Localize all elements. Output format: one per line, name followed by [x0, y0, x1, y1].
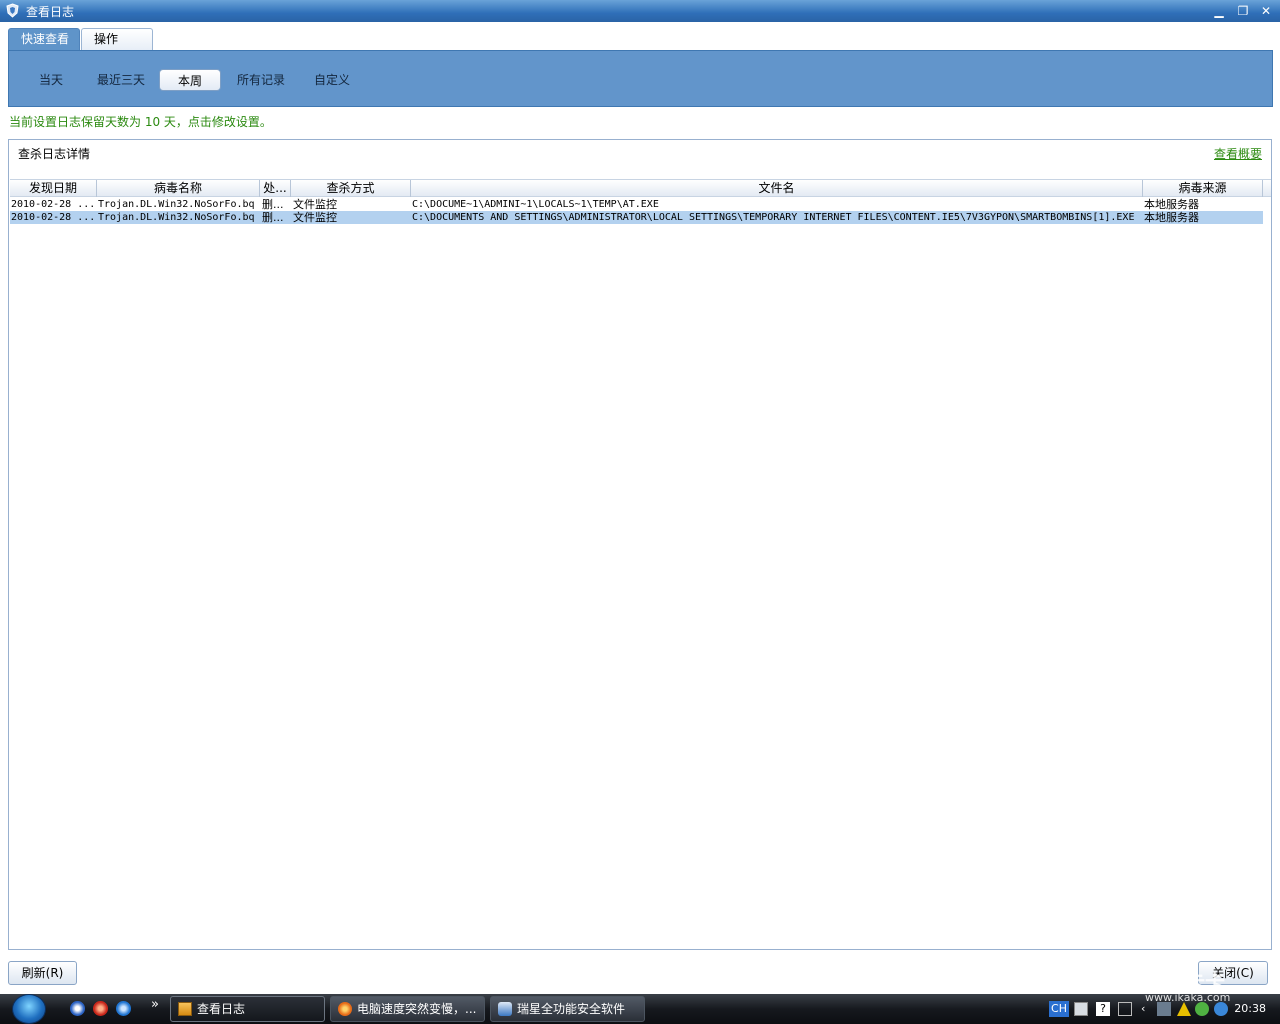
cell-file-name: C:\DOCUME~1\ADMINI~1\LOCALS~1\TEMP\AT.EX… [412, 199, 659, 210]
window-title: 查看日志 [26, 5, 75, 19]
rising-shield-icon [6, 3, 19, 18]
title-bar: 查看日志 ▁ ❐ ✕ [0, 0, 1280, 22]
tab-operations[interactable]: 操作 [81, 28, 153, 50]
firefox-icon [338, 1002, 352, 1016]
browser-icon[interactable] [93, 1001, 108, 1016]
retention-notice-link[interactable]: 当前设置日志保留天数为 10 天，点击修改设置。 [9, 113, 272, 130]
cell-file-name: C:\DOCUMENTS AND SETTINGS\ADMINISTRATOR\… [412, 212, 1135, 223]
task-rising-antivirus[interactable]: 瑞星全功能安全软件 [490, 996, 645, 1022]
ie-icon[interactable] [116, 1001, 131, 1016]
taskbar: » 查看日志 电脑速度突然变慢，... 瑞星全功能安全软件 CH ? ‹ 20:… [0, 994, 1280, 1024]
view-summary-link[interactable]: 查看概要 [1214, 145, 1262, 162]
refresh-button[interactable]: 刷新(R) [8, 961, 77, 985]
log-window-icon [178, 1002, 192, 1016]
log-detail-panel: 查杀日志详情 查看概要 发现日期 病毒名称 处... 查杀方式 文件名 病毒来源… [8, 139, 1272, 950]
filter-last-three-days[interactable]: 最近三天 [89, 69, 153, 91]
quick-launch-more-icon[interactable]: » [151, 997, 159, 1012]
watermark-logo: 瑞星卡卡 www.ikaka.com [1145, 966, 1280, 1006]
column-header-virus-name[interactable]: 病毒名称 [97, 180, 260, 197]
column-header-source[interactable]: 病毒来源 [1143, 180, 1263, 197]
watermark-url: www.ikaka.com [1145, 991, 1231, 1004]
cell-date: 2010-02-28 ... [11, 212, 96, 223]
task-label: 瑞星全功能安全软件 [517, 1002, 626, 1016]
rising-shield-icon [498, 1002, 512, 1016]
table-row[interactable]: 2010-02-28 ... Trojan.DL.Win32.NoSorFo.b… [10, 198, 1263, 211]
minimize-button[interactable]: ▁ [1211, 3, 1227, 19]
cell-source: 本地服务器 [1144, 198, 1199, 211]
media-player-icon[interactable] [70, 1001, 85, 1016]
cell-action: 删... [262, 198, 284, 211]
cell-virus-name: Trojan.DL.Win32.NoSorFo.bq [98, 199, 255, 210]
cell-action: 删... [262, 211, 284, 224]
filter-custom[interactable]: 自定义 [307, 69, 357, 91]
column-header-action[interactable]: 处... [260, 180, 291, 197]
cell-scan-method: 文件监控 [293, 211, 337, 224]
task-label: 电脑速度突然变慢，... [357, 1002, 477, 1016]
column-header-date[interactable]: 发现日期 [10, 180, 97, 197]
table-header: 发现日期 病毒名称 处... 查杀方式 文件名 病毒来源 [10, 179, 1271, 197]
language-bar-icon[interactable] [1118, 1002, 1132, 1016]
cell-scan-method: 文件监控 [293, 198, 337, 211]
task-article[interactable]: 电脑速度突然变慢，... [330, 996, 485, 1022]
column-header-scan-method[interactable]: 查杀方式 [291, 180, 411, 197]
filter-all-records[interactable]: 所有记录 [229, 69, 293, 91]
help-icon[interactable]: ? [1096, 1002, 1110, 1016]
panel-title: 查杀日志详情 [18, 147, 91, 161]
column-header-file-name[interactable]: 文件名 [411, 180, 1143, 197]
keyboard-icon[interactable] [1074, 1002, 1088, 1016]
start-button[interactable] [12, 994, 46, 1024]
cell-source: 本地服务器 [1144, 211, 1199, 224]
cell-virus-name: Trojan.DL.Win32.NoSorFo.bq [98, 212, 255, 223]
restore-button[interactable]: ❐ [1235, 3, 1251, 19]
task-label: 查看日志 [197, 1002, 246, 1016]
filter-this-week[interactable]: 本周 [159, 69, 221, 91]
cell-date: 2010-02-28 ... [11, 199, 96, 210]
tab-quick-view[interactable]: 快速查看 [8, 28, 80, 50]
close-window-button[interactable]: ✕ [1258, 3, 1274, 19]
task-view-log[interactable]: 查看日志 [170, 996, 325, 1022]
date-filter-bar: 当天 最近三天 本周 所有记录 自定义 [8, 50, 1273, 107]
ime-indicator[interactable]: CH [1049, 1001, 1069, 1017]
filter-today[interactable]: 当天 [29, 69, 73, 91]
table-row-selected[interactable]: 2010-02-28 ... Trojan.DL.Win32.NoSorFo.b… [10, 211, 1263, 224]
